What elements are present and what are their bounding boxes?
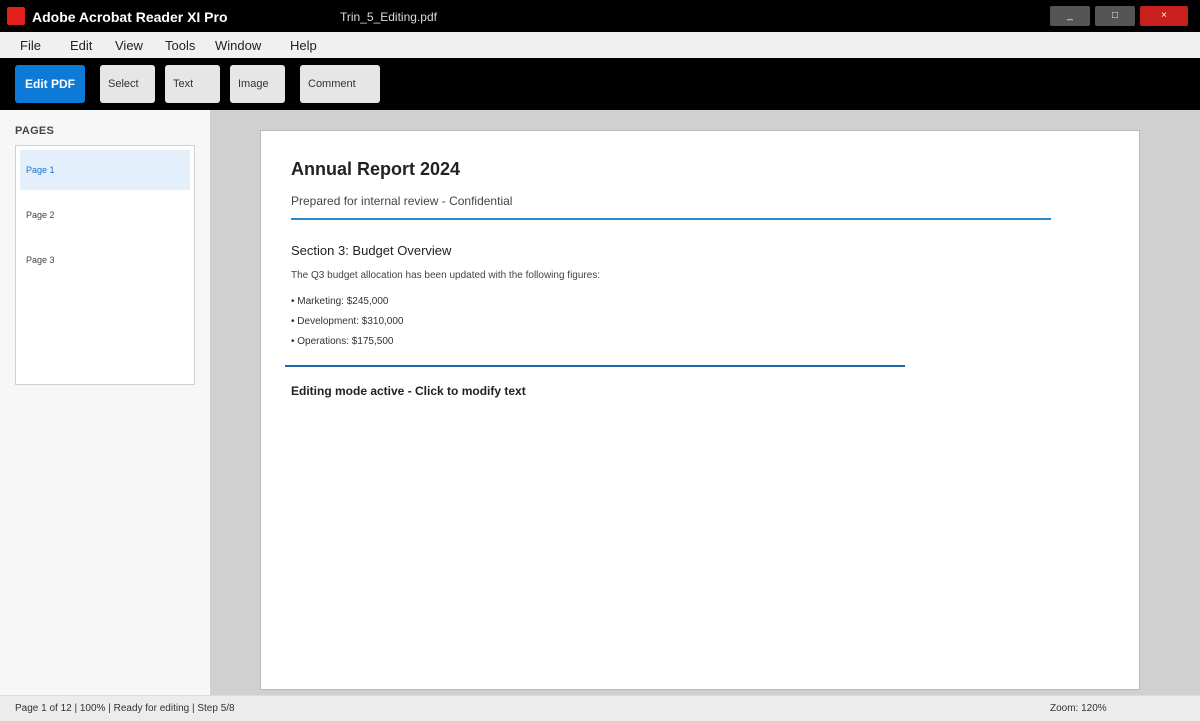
zoom-level: Zoom: 120% — [1050, 703, 1107, 714]
edit-pdf-button[interactable]: Edit PDF — [15, 65, 85, 103]
title-divider — [291, 218, 1051, 220]
section-heading[interactable]: Section 3: Budget Overview — [291, 243, 451, 258]
menu-edit[interactable]: Edit — [70, 38, 92, 53]
pages-sidebar: PAGES Page 1 Page 2 Page 3 — [0, 110, 210, 695]
text-button[interactable]: Text — [165, 65, 220, 103]
menu-help[interactable]: Help — [290, 38, 317, 53]
toolbar: Edit PDF Select Text Image Comment — [0, 58, 1200, 110]
body-paragraph[interactable]: The Q3 budget allocation has been update… — [291, 270, 600, 281]
document-view: Annual Report 2024 Prepared for internal… — [210, 110, 1200, 695]
pdf-page[interactable]: Annual Report 2024 Prepared for internal… — [260, 130, 1140, 690]
menu-bar: File Edit View Tools Window Help — [0, 32, 1200, 59]
bullet-operations[interactable]: • Operations: $175,500 — [291, 336, 393, 347]
app-title: Adobe Acrobat Reader XI Pro — [32, 9, 228, 25]
page-thumbnail-2[interactable]: Page 2 — [20, 195, 190, 235]
menu-tools[interactable]: Tools — [165, 38, 195, 53]
bullet-marketing[interactable]: • Marketing: $245,000 — [291, 296, 388, 307]
status-text: Page 1 of 12 | 100% | Ready for editing … — [15, 703, 235, 714]
acrobat-logo-icon — [7, 7, 25, 25]
image-button[interactable]: Image — [230, 65, 285, 103]
page-thumbnail-3[interactable]: Page 3 — [20, 240, 190, 280]
maximize-button[interactable]: □ — [1095, 6, 1135, 26]
select-button[interactable]: Select — [100, 65, 155, 103]
section-divider — [285, 365, 905, 367]
sidebar-title: PAGES — [15, 125, 55, 137]
comment-button[interactable]: Comment — [300, 65, 380, 103]
bullet-development[interactable]: • Development: $310,000 — [291, 316, 403, 327]
document-title: Trin_5_Editing.pdf — [340, 10, 437, 24]
editing-mode-note[interactable]: Editing mode active - Click to modify te… — [291, 384, 526, 398]
close-button[interactable]: × — [1140, 6, 1188, 26]
menu-file[interactable]: File — [20, 38, 41, 53]
page-thumbnail-1[interactable]: Page 1 — [20, 150, 190, 190]
title-bar: Adobe Acrobat Reader XI Pro Trin_5_Editi… — [0, 0, 1200, 32]
menu-window[interactable]: Window — [215, 38, 261, 53]
minimize-button[interactable]: _ — [1050, 6, 1090, 26]
status-bar: Page 1 of 12 | 100% | Ready for editing … — [0, 695, 1200, 721]
pdf-subtitle[interactable]: Prepared for internal review - Confident… — [291, 194, 512, 208]
page-thumbnail-list: Page 1 Page 2 Page 3 — [15, 145, 195, 385]
menu-view[interactable]: View — [115, 38, 143, 53]
pdf-title[interactable]: Annual Report 2024 — [291, 159, 460, 180]
